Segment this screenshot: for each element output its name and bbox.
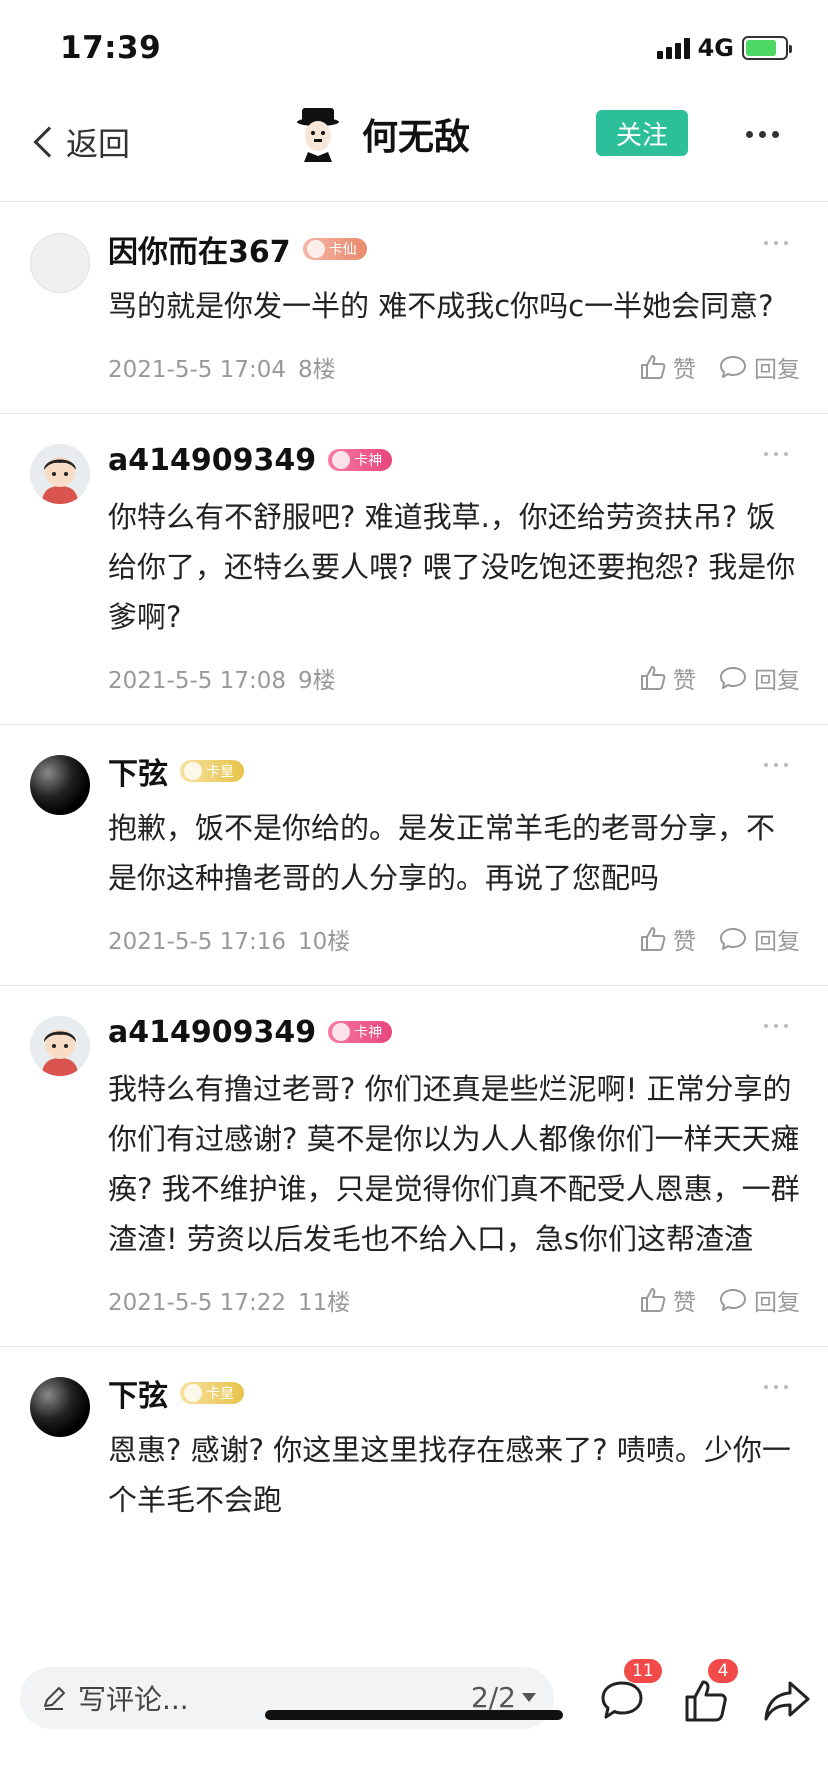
page-title: 何无敌 xyxy=(362,117,471,158)
user-badge: 卡皇 xyxy=(180,760,244,782)
comment-bubble-icon xyxy=(720,1289,746,1311)
comment-floor: 11楼 xyxy=(298,1290,351,1316)
battery-level xyxy=(746,40,777,56)
reply-label: 回复 xyxy=(754,1290,800,1316)
status-indicators: 4G xyxy=(656,34,792,62)
comment-list: 因你而在367 卡仙 骂的就是你发一半的 难不成我c你吗c一半她会同意? 202… xyxy=(0,203,828,1655)
share-arrow-icon xyxy=(764,1681,810,1721)
chevron-left-icon xyxy=(33,126,65,158)
thumbs-up-icon xyxy=(641,927,666,951)
network-type: 4G xyxy=(697,34,734,62)
comment-date: 2021-5-5 17:08 xyxy=(108,668,286,694)
battery-icon xyxy=(742,36,792,60)
comment-more-icon[interactable] xyxy=(764,763,788,767)
like-post-button[interactable]: 4 xyxy=(682,1659,738,1727)
username[interactable]: 下弦 xyxy=(108,749,168,793)
comment-date: 2021-5-5 17:04 xyxy=(108,357,286,383)
write-comment-placeholder: 写评论... xyxy=(78,1683,189,1716)
comment-floor: 8楼 xyxy=(298,357,336,383)
status-time: 17:39 xyxy=(60,30,162,66)
username[interactable]: 下弦 xyxy=(108,1371,168,1415)
signal-icon xyxy=(656,37,690,59)
like-button[interactable]: 赞 xyxy=(639,350,696,384)
comment-item: a414909349 卡神 我特么有撸过老哥? 你们还真是些烂泥啊! 正常分享的… xyxy=(0,986,828,1347)
reply-label: 回复 xyxy=(754,929,800,955)
reply-button[interactable]: 回复 xyxy=(718,661,800,695)
thumbs-up-icon xyxy=(641,1288,666,1312)
user-badge: 卡皇 xyxy=(180,1382,244,1404)
back-label: 返回 xyxy=(66,125,131,163)
comment-text: 抱歉，饭不是你给的。是发正常羊毛的老哥分享，不是你这种撸老哥的人分享的。再说了您… xyxy=(108,811,776,895)
author-avatar[interactable] xyxy=(294,100,342,162)
comment-item: 下弦 卡皇 恩惠? 感谢? 你这里这里找存在感来了? 啧啧。少你一个羊毛不会跑 xyxy=(0,1347,828,1549)
comment-bubble-icon xyxy=(720,667,746,689)
follow-button[interactable]: 关注 xyxy=(596,110,688,156)
reply-label: 回复 xyxy=(754,357,800,383)
comment-bubble-icon xyxy=(720,928,746,950)
user-avatar[interactable] xyxy=(30,444,90,504)
reply-button[interactable]: 回复 xyxy=(718,922,800,956)
user-avatar[interactable] xyxy=(30,1377,90,1437)
comment-text: 骂的就是你发一半的 难不成我c你吗c一半她会同意? xyxy=(108,289,774,323)
comment-more-icon[interactable] xyxy=(764,241,788,245)
thumbs-up-icon xyxy=(685,1680,727,1722)
comment-floor: 9楼 xyxy=(298,668,336,694)
comment-item: 下弦 卡皇 抱歉，饭不是你给的。是发正常羊毛的老哥分享，不是你这种撸老哥的人分享… xyxy=(0,725,828,986)
like-button[interactable]: 赞 xyxy=(639,922,696,956)
comment-text: 我特么有撸过老哥? 你们还真是些烂泥啊! 正常分享的你们有过感谢? 莫不是你以为… xyxy=(108,1072,800,1256)
thumbs-up-icon xyxy=(641,666,666,690)
reply-button[interactable]: 回复 xyxy=(718,350,800,384)
comment-text: 恩惠? 感谢? 你这里这里找存在感来了? 啧啧。少你一个羊毛不会跑 xyxy=(108,1433,791,1517)
comment-meta: 2021-5-5 17:16 10楼 xyxy=(108,922,350,956)
username[interactable]: 因你而在367 xyxy=(108,227,291,271)
home-indicator xyxy=(265,1710,563,1720)
like-label: 赞 xyxy=(673,668,696,694)
user-avatar[interactable] xyxy=(30,755,90,815)
caret-down-icon xyxy=(522,1693,536,1702)
like-label: 赞 xyxy=(673,1290,696,1316)
username[interactable]: a414909349 xyxy=(108,443,316,478)
comment-bubble-icon xyxy=(601,1681,643,1719)
share-button[interactable] xyxy=(762,1671,818,1727)
like-count-badge: 4 xyxy=(708,1659,738,1683)
username[interactable]: a414909349 xyxy=(108,1015,316,1050)
comment-text: 你特么有不舒服吧? 难道我草.，你还给劳资扶吊? 饭给你了，还特么要人喂? 喂了… xyxy=(108,500,796,634)
like-button[interactable]: 赞 xyxy=(639,661,696,695)
bottom-toolbar: 写评论... 2/2 11 4 xyxy=(0,1655,828,1792)
comment-date: 2021-5-5 17:16 xyxy=(108,929,286,955)
comment-floor: 10楼 xyxy=(298,929,351,955)
like-label: 赞 xyxy=(673,357,696,383)
comment-meta: 2021-5-5 17:04 8楼 xyxy=(108,350,336,384)
user-badge: 卡神 xyxy=(328,449,393,471)
comment-more-icon[interactable] xyxy=(764,1024,788,1028)
comment-count-badge: 11 xyxy=(624,1659,662,1683)
user-avatar[interactable] xyxy=(30,1016,90,1076)
reply-button[interactable]: 回复 xyxy=(718,1283,800,1317)
more-options-button[interactable] xyxy=(740,112,784,156)
like-button[interactable]: 赞 xyxy=(639,1283,696,1317)
nav-bar: 返回 何无敌 关注 xyxy=(0,90,828,202)
comment-bubble-icon xyxy=(720,356,746,378)
status-bar: 17:39 4G xyxy=(0,0,828,90)
comments-button[interactable]: 11 xyxy=(598,1659,662,1727)
user-badge: 卡神 xyxy=(328,1021,393,1043)
thumbs-up-icon xyxy=(641,355,666,379)
comment-more-icon[interactable] xyxy=(764,1385,788,1389)
like-label: 赞 xyxy=(673,929,696,955)
pencil-icon xyxy=(44,1687,65,1710)
user-badge: 卡仙 xyxy=(302,238,367,260)
reply-label: 回复 xyxy=(754,668,800,694)
comment-date: 2021-5-5 17:22 xyxy=(108,1290,286,1316)
comment-item: 因你而在367 卡仙 骂的就是你发一半的 难不成我c你吗c一半她会同意? 202… xyxy=(0,203,828,414)
user-avatar[interactable] xyxy=(30,233,90,293)
comment-item: a414909349 卡神 你特么有不舒服吧? 难道我草.，你还给劳资扶吊? 饭… xyxy=(0,414,828,725)
comment-meta: 2021-5-5 17:08 9楼 xyxy=(108,661,336,695)
comment-more-icon[interactable] xyxy=(764,452,788,456)
back-button[interactable]: 返回 xyxy=(30,112,130,172)
comment-meta: 2021-5-5 17:22 11楼 xyxy=(108,1283,350,1317)
